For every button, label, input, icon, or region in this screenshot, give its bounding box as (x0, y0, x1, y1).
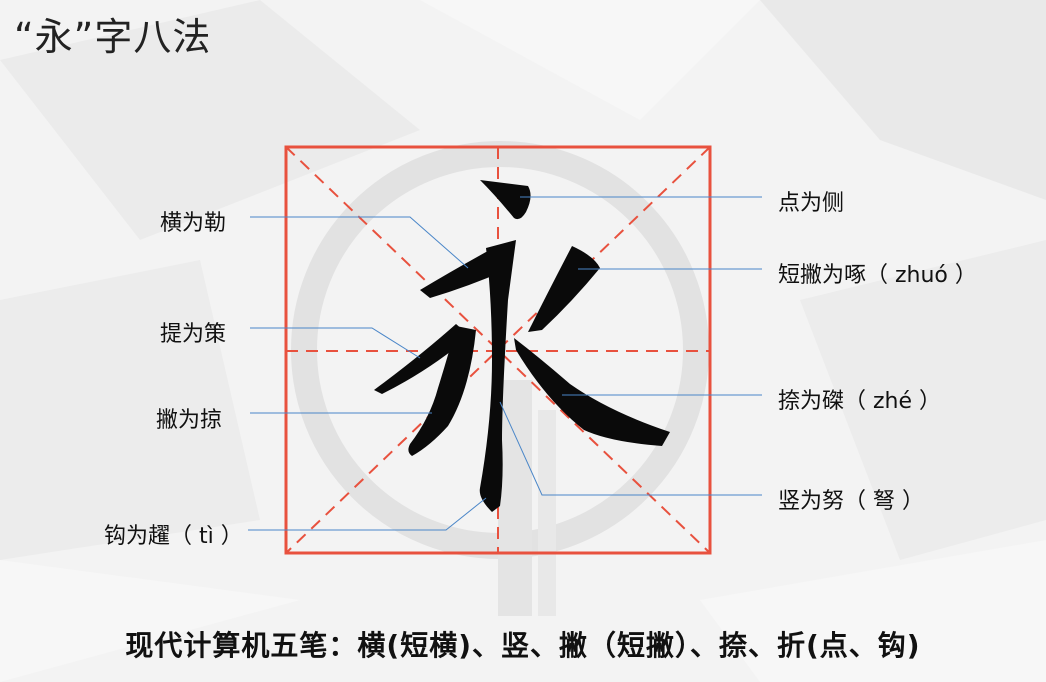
leader-gou (248, 497, 487, 531)
stroke-duanpie (528, 246, 600, 332)
label-duanpie: 短撇为啄（ zhuó ） (778, 263, 977, 288)
character-diagram (248, 145, 762, 555)
footer-caption: 现代计算机五笔：横(短横)、竖、撇（短撇）、捺、折(点、钩) (125, 629, 921, 662)
leader-heng (250, 216, 469, 269)
label-ti: 提为策 (160, 322, 227, 347)
stroke-na (514, 338, 670, 446)
label-shu: 竖为努（ 弩 ） (778, 489, 924, 514)
leader-ti (250, 327, 421, 359)
label-dian: 点为侧 (778, 191, 845, 216)
yong-character (374, 180, 670, 512)
leader-shu (499, 401, 762, 496)
stroke-shu (479, 240, 516, 512)
label-pie: 撇为掠 (156, 408, 223, 433)
label-na: 捺为磔（ zhé ） (778, 389, 942, 414)
label-heng: 横为勒 (160, 211, 227, 236)
stroke-dian (480, 180, 531, 220)
label-gou: 钩为趯（ tì ） (104, 524, 243, 549)
